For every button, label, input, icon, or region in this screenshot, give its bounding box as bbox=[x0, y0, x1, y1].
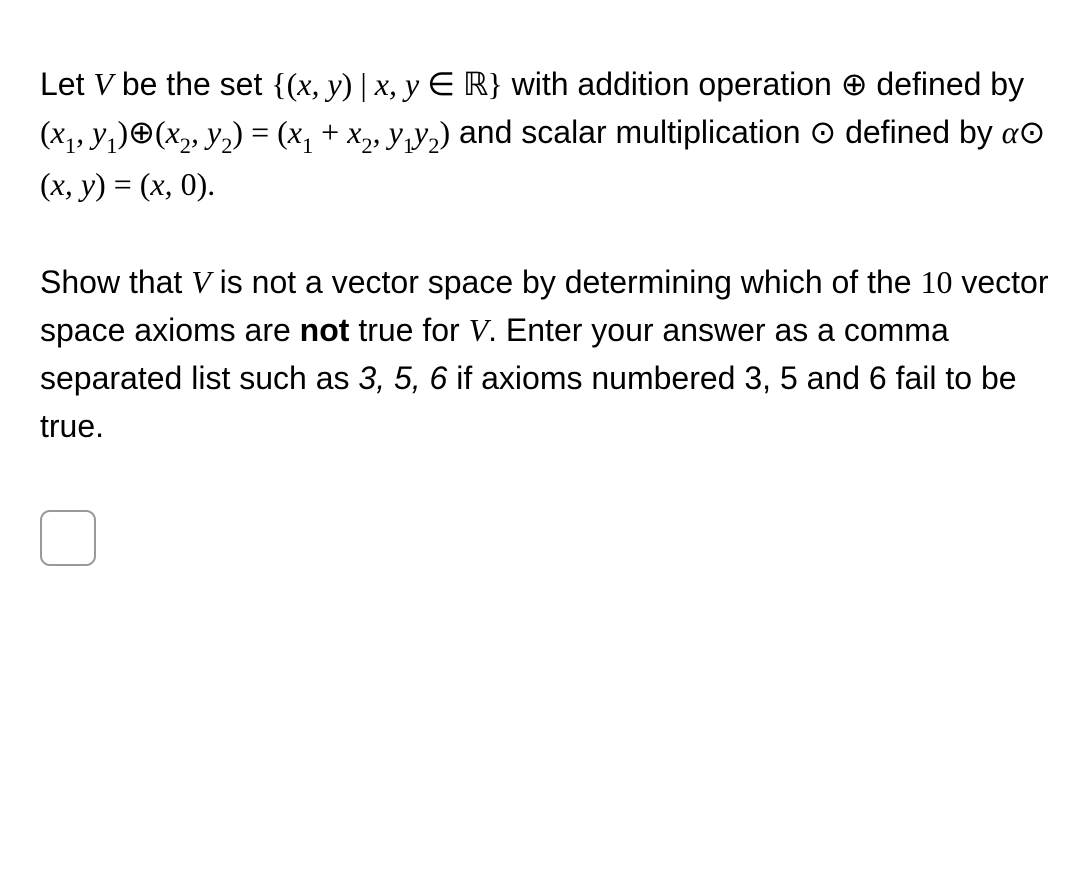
text: Show that bbox=[40, 264, 191, 300]
equals: = bbox=[243, 114, 277, 150]
element-of: ∈ bbox=[419, 66, 463, 102]
var-y: y bbox=[81, 166, 95, 202]
comma: , bbox=[191, 114, 207, 150]
var-x2: x bbox=[347, 114, 361, 150]
lparen: ( bbox=[140, 166, 151, 202]
rparen: ) bbox=[95, 166, 106, 202]
text: true for bbox=[349, 312, 468, 348]
bar: | bbox=[352, 66, 374, 102]
subscript-2: 2 bbox=[221, 133, 232, 158]
problem-setup-paragraph: Let V be the set {(x, y) | x, y ∈ ℝ} wit… bbox=[40, 60, 1050, 208]
plus: + bbox=[313, 114, 347, 150]
var-y: y bbox=[405, 66, 419, 102]
var-x: x bbox=[51, 166, 65, 202]
lparen: ( bbox=[155, 114, 166, 150]
set-lbrace: { bbox=[271, 66, 286, 102]
text: defined by bbox=[836, 114, 1001, 150]
comma: , bbox=[76, 114, 92, 150]
var-y1: y bbox=[389, 114, 403, 150]
rparen: ) bbox=[232, 114, 243, 150]
comma: , bbox=[373, 114, 389, 150]
text: be the set bbox=[113, 66, 271, 102]
real-numbers: ℝ bbox=[463, 66, 487, 102]
oplus-icon: ⊕ bbox=[128, 108, 155, 156]
lparen: ( bbox=[40, 114, 51, 150]
subscript-1: 1 bbox=[403, 133, 414, 158]
subscript-2: 2 bbox=[428, 133, 439, 158]
odot-icon: ⊙ bbox=[1018, 108, 1045, 156]
lparen: ( bbox=[40, 166, 51, 202]
subscript-1: 1 bbox=[302, 133, 313, 158]
var-x1: x bbox=[288, 114, 302, 150]
var-V: V bbox=[93, 66, 113, 102]
subscript-2: 2 bbox=[361, 133, 372, 158]
var-x2: x bbox=[166, 114, 180, 150]
odot-icon: ⊙ bbox=[809, 108, 836, 156]
rparen: ) bbox=[439, 114, 450, 150]
var-x: x bbox=[297, 66, 311, 102]
lparen: ( bbox=[287, 66, 298, 102]
comma: , bbox=[389, 66, 405, 102]
oplus-icon: ⊕ bbox=[841, 60, 868, 108]
text: and scalar multiplication bbox=[450, 114, 809, 150]
rparen: ) bbox=[342, 66, 353, 102]
var-y: y bbox=[327, 66, 341, 102]
equals: = bbox=[106, 166, 140, 202]
number-ten: 10 bbox=[920, 264, 952, 300]
var-y2: y bbox=[414, 114, 428, 150]
zero: 0 bbox=[181, 166, 197, 202]
example-answer: 3, 5, 6 bbox=[358, 360, 447, 396]
subscript-2: 2 bbox=[180, 133, 191, 158]
var-alpha: α bbox=[1002, 114, 1019, 150]
text: is not a vector space by determining whi… bbox=[211, 264, 921, 300]
var-x: x bbox=[150, 166, 164, 202]
period: . bbox=[207, 166, 215, 202]
rparen: ) bbox=[197, 166, 208, 202]
comma: , bbox=[65, 166, 81, 202]
var-V: V bbox=[469, 312, 489, 348]
text: defined by bbox=[868, 66, 1025, 102]
rparen: ) bbox=[117, 114, 128, 150]
var-x: x bbox=[375, 66, 389, 102]
question-paragraph: Show that V is not a vector space by det… bbox=[40, 258, 1050, 450]
var-V: V bbox=[191, 264, 211, 300]
answer-input[interactable] bbox=[40, 510, 96, 566]
subscript-1: 1 bbox=[106, 133, 117, 158]
var-y1: y bbox=[92, 114, 106, 150]
text: with addition operation bbox=[503, 66, 841, 102]
var-y2: y bbox=[207, 114, 221, 150]
answer-input-container bbox=[40, 500, 1050, 566]
text: Let bbox=[40, 66, 93, 102]
subscript-1: 1 bbox=[65, 133, 76, 158]
emphasis-not: not bbox=[300, 312, 350, 348]
comma: , bbox=[165, 166, 181, 202]
comma: , bbox=[311, 66, 327, 102]
set-rbrace: } bbox=[487, 66, 502, 102]
var-x1: x bbox=[51, 114, 65, 150]
lparen: ( bbox=[277, 114, 288, 150]
